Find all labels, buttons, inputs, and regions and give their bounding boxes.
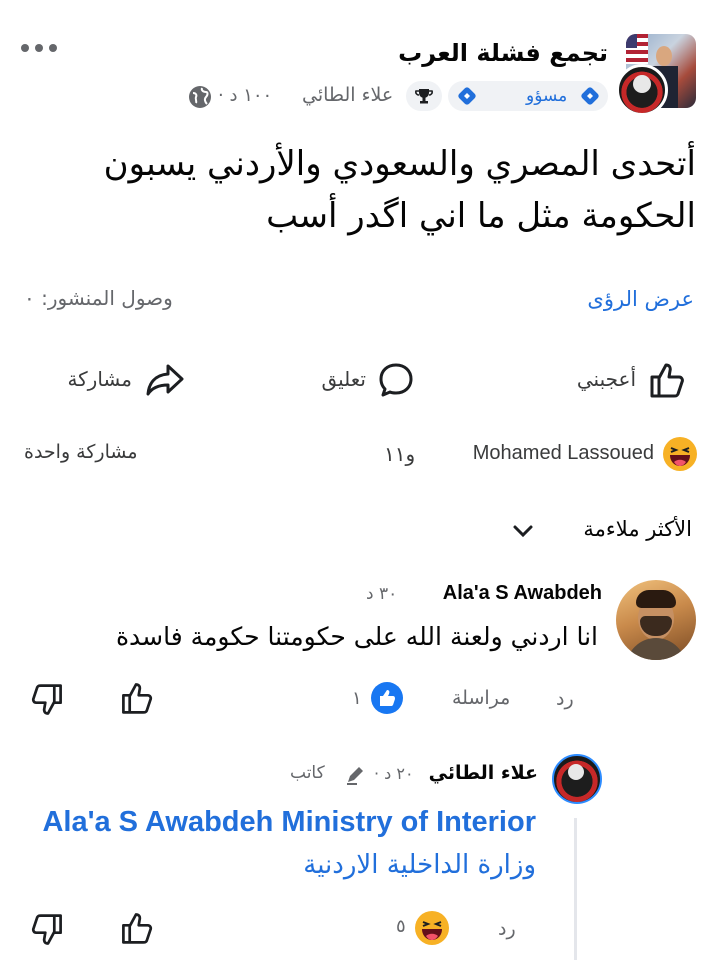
chevron-down-icon bbox=[512, 522, 534, 540]
share-button[interactable]: مشاركة bbox=[56, 358, 186, 402]
comment-button[interactable]: تعليق bbox=[306, 358, 416, 402]
more-options-icon[interactable] bbox=[20, 38, 64, 58]
reaction-names: Mohamed Lassoued bbox=[472, 442, 654, 464]
like-button[interactable]: أعجبني bbox=[536, 358, 686, 402]
comment1-like-button[interactable] bbox=[118, 680, 154, 716]
comment2-dislike-button[interactable] bbox=[30, 912, 66, 948]
thumbs-up-icon bbox=[646, 360, 686, 400]
post-author[interactable]: علاء الطائي bbox=[302, 84, 393, 106]
pencil-icon bbox=[344, 764, 366, 786]
comment1-time: ٣٠ د bbox=[366, 584, 398, 604]
share-label: مشاركة bbox=[67, 367, 132, 391]
diamond-badge-icon bbox=[581, 87, 599, 105]
sort-label: الأكثر ملاءمة bbox=[583, 517, 692, 541]
comment1-message-button[interactable]: مراسلة bbox=[452, 687, 510, 709]
haha-reaction-icon bbox=[414, 910, 450, 946]
comment2-time: ٢٠ د · bbox=[374, 764, 414, 783]
post-text-line-1: أتحدى المصري والسعودي والأردني يسبون bbox=[103, 144, 696, 184]
shares-count[interactable]: مشاركة واحدة bbox=[24, 441, 138, 463]
admin-badge[interactable]: مسؤو bbox=[448, 81, 608, 111]
comment1-text: انا اردني ولعنة الله على حكومتنا حكومة ف… bbox=[115, 622, 598, 651]
comment2-reaction-count: ٥ bbox=[396, 916, 406, 937]
like-label: أعجبني bbox=[576, 367, 636, 391]
post-text-line-2: الحكومة مثل ما اني اگدر أسب bbox=[266, 196, 696, 236]
reactions-summary[interactable]: Mohamed Lassoued و١١ bbox=[380, 434, 698, 474]
author-role-label: كاتب bbox=[290, 763, 325, 783]
post-time[interactable]: ١٠٠ د · bbox=[218, 85, 272, 106]
comment-sort-dropdown[interactable]: الأكثر ملاءمة bbox=[508, 514, 692, 548]
top-fan-badge[interactable] bbox=[406, 81, 442, 111]
comment2-mention-arabic[interactable]: وزارة الداخلية الاردنية bbox=[303, 850, 536, 880]
comment1-dislike-button[interactable] bbox=[30, 682, 66, 718]
diamond-badge-icon bbox=[458, 87, 476, 105]
meta-row: ١٠٠ د · علاء الطائي مسؤو bbox=[186, 80, 626, 114]
post-reach: وصول المنشور: ٠ bbox=[24, 286, 173, 310]
globe-icon bbox=[188, 85, 212, 109]
group-name[interactable]: تجمع فشلة العرب bbox=[398, 38, 608, 68]
haha-reaction-icon bbox=[662, 436, 698, 472]
trophy-icon bbox=[415, 89, 433, 104]
reply-author-avatar[interactable] bbox=[552, 754, 602, 804]
thread-line bbox=[574, 818, 577, 960]
comment1-reply-button[interactable]: رد bbox=[556, 688, 574, 710]
like-reaction-icon bbox=[370, 681, 404, 715]
comment-label: تعليق bbox=[321, 367, 366, 391]
admin-badge-label: مسؤو bbox=[526, 86, 568, 106]
comment1-like-count: ١ bbox=[352, 688, 362, 709]
comment1-author[interactable]: Ala'a S Awabdeh bbox=[443, 582, 602, 605]
reaction-others: و١١ bbox=[384, 442, 416, 466]
comment2-mention-text[interactable]: Ala'a S Awabdeh Ministry of Interior bbox=[42, 806, 536, 839]
comment2-like-button[interactable] bbox=[118, 910, 154, 946]
comment2-author[interactable]: علاء الطائي bbox=[429, 762, 538, 784]
comment2-reply-button[interactable]: رد bbox=[498, 918, 516, 940]
commenter-avatar[interactable] bbox=[616, 580, 696, 660]
view-insights-link[interactable]: عرض الرؤى bbox=[587, 287, 694, 311]
share-arrow-icon bbox=[144, 360, 186, 400]
comment-bubble-icon bbox=[376, 360, 416, 400]
